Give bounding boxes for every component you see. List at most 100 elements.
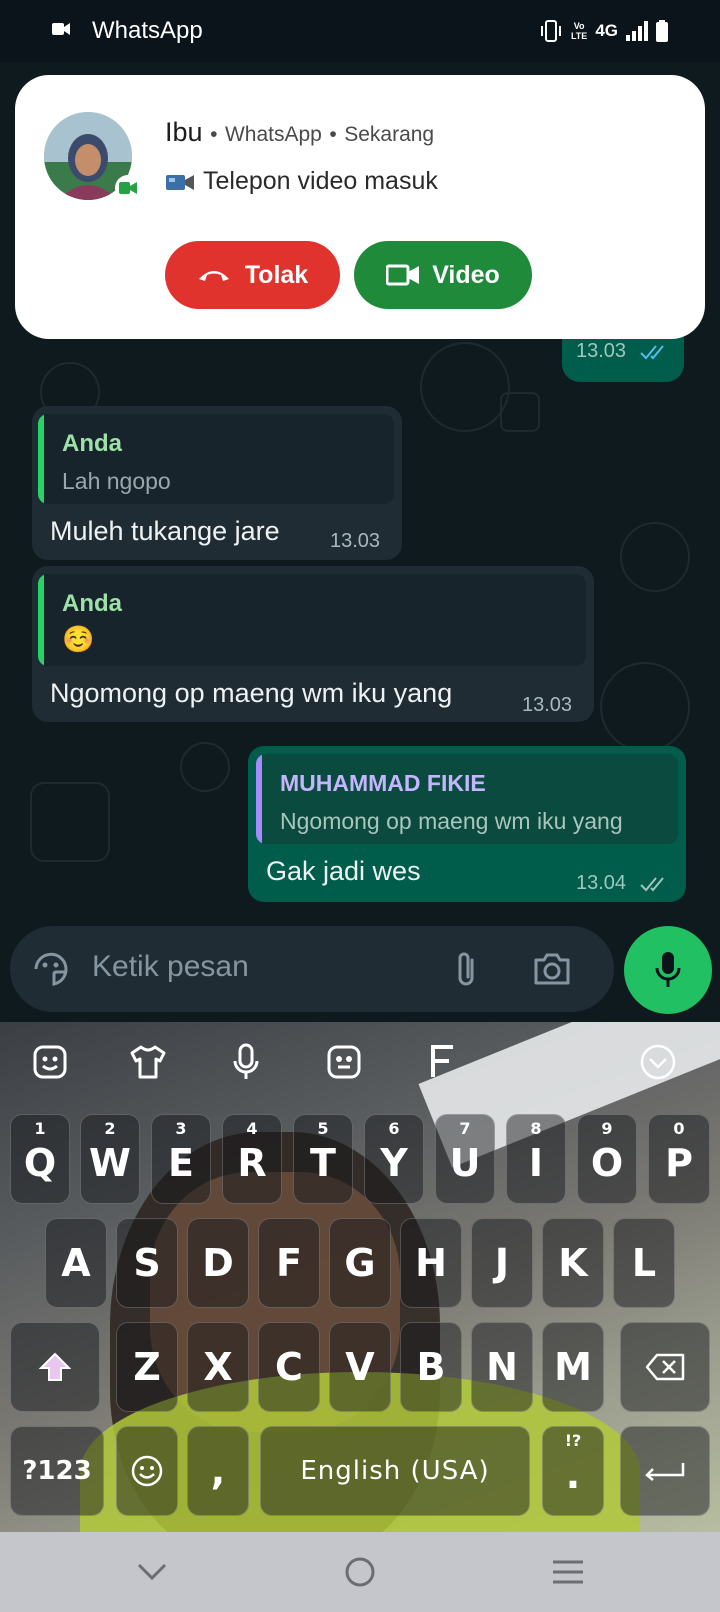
key-q[interactable]: 1Q [10,1114,70,1204]
key-k[interactable]: K [542,1218,604,1308]
keyboard: 1Q 2W 3E 4R 5T 6Y 7U 8I 9O 0P A S D F G … [0,1022,720,1532]
accept-label: Video [432,260,500,289]
key-o[interactable]: 9O [577,1114,637,1204]
theme-shirt-icon[interactable] [126,1040,170,1084]
camera-icon[interactable] [532,952,572,986]
enter-key[interactable] [620,1426,710,1516]
key-f[interactable]: F [258,1218,320,1308]
notification-app: WhatsApp [224,123,322,146]
quote-text: ☺️ [62,624,95,654]
key-r[interactable]: 4R [222,1114,282,1204]
key-t[interactable]: 5T [293,1114,353,1204]
key-z[interactable]: Z [116,1322,178,1412]
quoted-message[interactable]: MUHAMMAD FIKIE Ngomong op maeng wm iku y… [256,754,678,844]
message-input-bar[interactable]: Ketik pesan [10,926,614,1012]
smiley-icon [131,1455,163,1487]
key-m[interactable]: M [542,1322,604,1412]
navigation-bar [0,1532,720,1612]
header-separator: • [210,123,218,146]
wallpaper-doodle [600,662,690,752]
microphone-icon [655,952,681,987]
notification-time: Sekarang [344,123,435,146]
key-c[interactable]: C [258,1322,320,1412]
caller-name: Ibu [165,117,203,147]
enter-icon [645,1463,685,1481]
key-x[interactable]: X [187,1322,249,1412]
wallpaper-doodle [420,342,510,432]
message-bubble-incoming[interactable]: Anda ☺️ Ngomong op maeng wm iku yang 13.… [32,566,594,722]
key-j[interactable]: J [471,1218,533,1308]
message-bubble-incoming[interactable]: Anda Lah ngopo Muleh tukange jare 13.03 [32,406,402,560]
hang-up-icon [198,271,229,281]
key-s[interactable]: S [116,1218,178,1308]
font-icon[interactable] [420,1040,464,1084]
decline-call-button[interactable]: Tolak [165,241,340,309]
symbols-key[interactable]: ?123 [10,1426,104,1516]
key-b[interactable]: B [400,1322,462,1412]
quote-accent-bar [38,414,44,504]
key-d[interactable]: D [187,1218,249,1308]
chevron-down-icon [137,1563,167,1581]
key-i[interactable]: 8I [506,1114,566,1204]
message-bubble-outgoing[interactable]: MUHAMMAD FIKIE Ngomong op maeng wm iku y… [248,746,686,902]
signal-icon [626,21,648,41]
accept-video-button[interactable]: Video [354,241,532,309]
keyboard-emoji-icon[interactable] [28,1040,72,1084]
key-h[interactable]: H [400,1218,462,1308]
sticker-face-icon[interactable] [322,1040,366,1084]
network-type: 4G [595,21,618,40]
quoted-message[interactable]: Anda ☺️ [38,574,586,666]
quoted-message[interactable]: Anda Lah ngopo [38,414,394,504]
wallpaper-doodle [180,742,230,792]
quote-text: Ngomong op maeng wm iku yang [280,808,623,834]
backspace-icon [645,1353,685,1381]
wallpaper-doodle [30,782,110,862]
attach-icon[interactable] [454,950,480,990]
shift-key[interactable] [10,1322,100,1412]
key-w[interactable]: 2W [80,1114,140,1204]
period-key[interactable]: !?. [542,1426,604,1516]
wallpaper-doodle [620,522,690,592]
message-time: 13.03 [330,530,381,552]
nav-back-button[interactable] [128,1548,176,1596]
nav-home-button[interactable] [336,1548,384,1596]
notification-description: Telepon video masuk [165,167,438,196]
video-icon [386,264,420,286]
key-l[interactable]: L [613,1218,675,1308]
shift-icon [38,1352,72,1381]
comma-key[interactable]: , [187,1426,249,1516]
vibrate-icon [540,20,561,42]
quote-author: MUHAMMAD FIKIE [280,770,486,796]
quote-text: Lah ngopo [62,468,171,494]
quote-accent-bar [256,754,262,844]
key-e[interactable]: 3E [151,1114,211,1204]
collapse-keyboard-icon[interactable] [636,1040,680,1084]
message-text: Muleh tukange jare [50,516,280,546]
voice-message-button[interactable] [624,926,712,1014]
key-n[interactable]: N [471,1322,533,1412]
notification-header: Ibu • WhatsApp • Sekarang [165,117,434,148]
message-text: Gak jadi wes [266,856,421,886]
video-call-badge [115,175,141,201]
quote-accent-bar [38,574,44,666]
voice-input-icon[interactable] [224,1040,268,1084]
quote-author: Anda [62,430,122,457]
nav-recents-button[interactable] [544,1548,592,1596]
emoji-key[interactable] [116,1426,178,1516]
key-u[interactable]: 7U [435,1114,495,1204]
key-p[interactable]: 0P [648,1114,710,1204]
key-g[interactable]: G [329,1218,391,1308]
incoming-call-notification[interactable]: Ibu • WhatsApp • Sekarang Telepon video … [15,75,705,339]
key-y[interactable]: 6Y [364,1114,424,1204]
wallpaper-doodle [500,392,540,432]
message-time: 13.03 [522,694,573,716]
video-badge-icon [119,182,137,194]
key-a[interactable]: A [45,1218,107,1308]
key-v[interactable]: V [329,1322,391,1412]
message-input[interactable]: Ketik pesan [92,950,249,984]
status-app-name: WhatsApp [92,17,203,44]
delivered-receipt-icon [640,877,664,892]
space-key[interactable]: English (USA) [260,1426,530,1516]
sticker-icon[interactable] [32,950,70,988]
backspace-key[interactable] [620,1322,710,1412]
